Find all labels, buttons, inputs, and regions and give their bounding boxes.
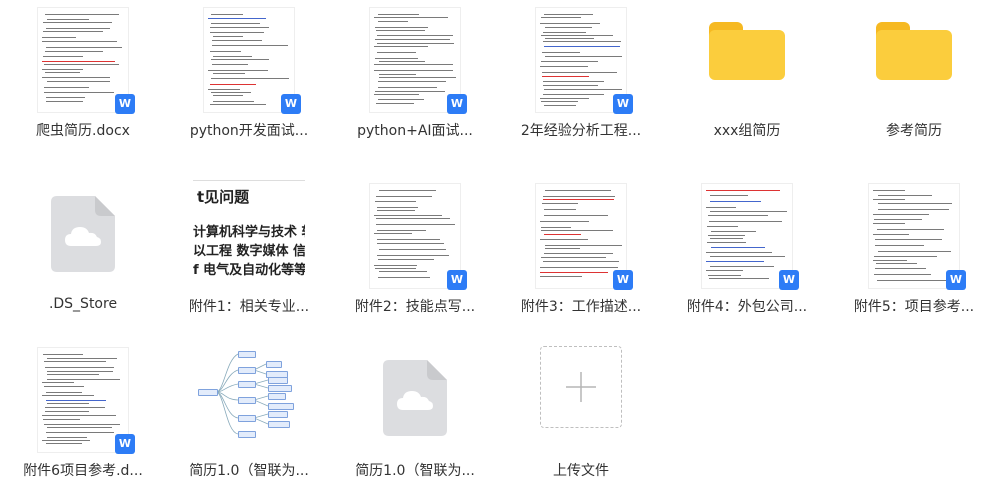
file-name: 2年经验分析工程...: [520, 123, 642, 139]
file-name: 附件1：相关专业...: [188, 299, 310, 315]
upload-label: 上传文件: [553, 463, 609, 479]
doc-thumbnail: W: [33, 348, 135, 454]
file-tile-python-dev[interactable]: W python开发面试...: [166, 0, 332, 160]
file-tile-python-ai[interactable]: W python+AI面试...: [332, 0, 498, 160]
cloud-file-icon: [383, 360, 447, 436]
word-doc-icon: W: [115, 94, 135, 114]
file-grid: W 爬虫简历.docx W python开发面试... W python+AI面…: [0, 0, 997, 482]
doc-thumbnail: W: [864, 184, 966, 290]
doc-thumbnail: W: [531, 184, 633, 290]
file-name: 爬虫简历.docx: [36, 123, 130, 139]
doc-thumbnail: W: [365, 184, 467, 290]
text-preview: t见问题 计算机科学与技术 软作 以工程 数字媒体 信息管 f 电气及自动化等等: [193, 176, 305, 280]
file-name: python+AI面试...: [357, 123, 473, 139]
file-name: 附件3：工作描述...: [520, 299, 642, 315]
word-doc-icon: W: [779, 270, 799, 290]
preview-line: f 电气及自动化等等: [193, 263, 305, 278]
file-tile-attachment2[interactable]: W 附件2：技能点写...: [332, 176, 498, 336]
file-name: 附件6项目参考.d...: [23, 463, 143, 479]
folder-tile-reference[interactable]: 参考简历: [831, 0, 997, 160]
file-tile-attachment6[interactable]: W 附件6项目参考.d...: [0, 340, 166, 500]
plus-icon: [566, 372, 596, 402]
word-doc-icon: W: [613, 94, 633, 114]
folder-tile-xxx[interactable]: xxx组简历: [664, 0, 830, 160]
word-doc-icon: W: [613, 270, 633, 290]
doc-thumbnail: W: [531, 8, 633, 114]
file-tile-paper-resume[interactable]: W 爬虫简历.docx: [0, 0, 166, 160]
doc-thumbnail: W: [365, 8, 467, 114]
word-doc-icon: W: [447, 270, 467, 290]
upload-file-tile[interactable]: 上传文件: [498, 340, 664, 500]
file-name: 附件5：项目参考...: [853, 299, 975, 315]
file-name: 附件2：技能点写...: [354, 299, 476, 315]
word-doc-icon: W: [946, 270, 966, 290]
preview-line: 以工程 数字媒体 信息管: [193, 244, 305, 259]
folder-icon: [876, 22, 952, 80]
file-tile-resume-cloud[interactable]: 简历1.0（智联为...: [332, 340, 498, 500]
file-name: .DS_Store: [48, 296, 118, 312]
word-doc-icon: W: [115, 434, 135, 454]
folder-icon: [709, 22, 785, 80]
cloud-file-icon: [51, 196, 115, 272]
preview-line: 计算机科学与技术 软作: [193, 225, 305, 240]
file-name: 简历1.0（智联为...: [355, 463, 475, 479]
doc-thumbnail: W: [33, 8, 135, 114]
doc-thumbnail: W: [199, 8, 301, 114]
file-tile-attachment1[interactable]: t见问题 计算机科学与技术 软作 以工程 数字媒体 信息管 f 电气及自动化等等…: [166, 176, 332, 336]
file-tile-attachment3[interactable]: W 附件3：工作描述...: [498, 176, 664, 336]
file-tile-ds-store[interactable]: .DS_Store: [0, 176, 166, 336]
file-tile-resume-mindmap[interactable]: 简历1.0（智联为...: [166, 340, 332, 500]
file-name: 简历1.0（智联为...: [189, 463, 309, 479]
upload-button[interactable]: [540, 346, 622, 428]
file-tile-analyst[interactable]: W 2年经验分析工程...: [498, 0, 664, 160]
file-name: 参考简历: [886, 123, 942, 139]
file-name: xxx组简历: [713, 123, 781, 139]
preview-line: t见问题: [197, 188, 250, 206]
file-tile-attachment5[interactable]: W 附件5：项目参考...: [831, 176, 997, 336]
word-doc-icon: W: [447, 94, 467, 114]
file-tile-attachment4[interactable]: W 附件4：外包公司...: [664, 176, 830, 336]
word-doc-icon: W: [281, 94, 301, 114]
file-name: 附件4：外包公司...: [686, 299, 808, 315]
doc-thumbnail: W: [697, 184, 799, 290]
file-name: python开发面试...: [189, 123, 309, 139]
mindmap-preview: [194, 340, 304, 444]
